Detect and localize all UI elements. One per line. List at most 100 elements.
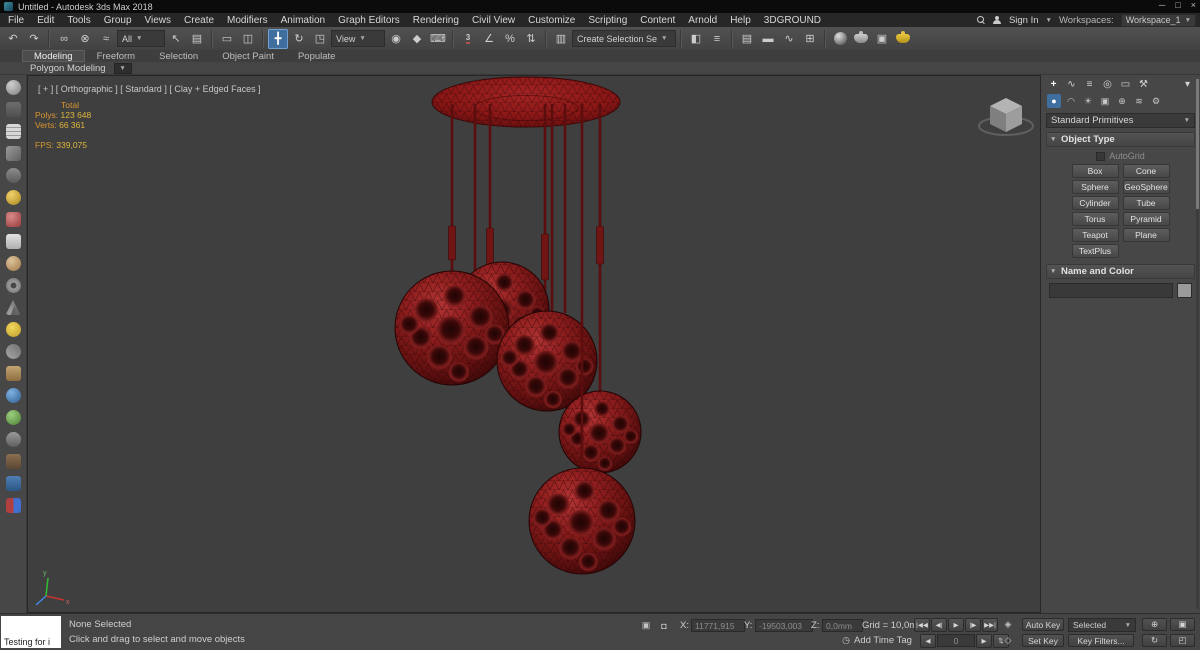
play-icon[interactable]: ▶ [948, 618, 964, 632]
go-to-end-icon[interactable]: ▶▶| [982, 618, 998, 632]
tab-modify-icon[interactable]: ∿ [1065, 78, 1078, 91]
workspace-dropdown[interactable]: Workspace_1 ▼ [1120, 13, 1196, 27]
pyramid-button[interactable]: Pyramid [1122, 212, 1170, 226]
reference-coordinate-dropdown[interactable]: View ▼ [331, 30, 385, 47]
menu-item-tools[interactable]: Tools [67, 15, 90, 26]
left-tool-icon-3[interactable] [5, 124, 21, 139]
viewport[interactable]: x y [ + ] [ Orthographic ] [ Standard ] … [27, 75, 1041, 613]
left-tool-icon-5[interactable] [5, 168, 21, 183]
window-crossing-icon[interactable]: ◫ [238, 29, 258, 49]
percent-snap-icon[interactable]: % [500, 29, 520, 49]
rendered-frame-window-icon[interactable]: ▣ [872, 29, 892, 49]
viewport-canvas[interactable]: x y [28, 76, 1040, 612]
left-tool-icon-16[interactable] [5, 410, 21, 425]
select-by-name-icon[interactable]: ▤ [187, 29, 207, 49]
edit-named-selections-icon[interactable]: ▥ [551, 29, 571, 49]
category-spacewarps-icon[interactable]: ≋ [1132, 94, 1146, 108]
mirror-icon[interactable]: ◧ [686, 29, 706, 49]
object-type-rollout[interactable]: ▼ Object Type [1046, 132, 1195, 147]
zoom-icon[interactable]: ⊕ [1142, 618, 1167, 631]
menu-item-graph-editors[interactable]: Graph Editors [338, 15, 400, 26]
left-tool-icon-18[interactable] [5, 454, 21, 469]
select-move-icon[interactable]: ╋ [268, 28, 288, 49]
category-shapes-icon[interactable]: ◠ [1064, 94, 1078, 108]
left-tool-icon-19[interactable] [5, 476, 21, 491]
left-tool-icon-10[interactable] [5, 278, 21, 293]
set-key-button[interactable]: Set Key [1022, 634, 1064, 647]
current-frame-field[interactable]: 0 [937, 634, 975, 647]
ribbon-toggle-icon[interactable]: ▬ [758, 29, 778, 49]
layer-manager-icon[interactable]: ▤ [737, 29, 757, 49]
tab-create-icon[interactable]: + [1047, 78, 1060, 91]
teapot-button[interactable]: Teapot [1071, 228, 1119, 242]
tube-button[interactable]: Tube [1122, 196, 1170, 210]
select-rotate-icon[interactable]: ↻ [289, 29, 309, 49]
selection-filter-dropdown[interactable]: All ▼ [117, 30, 165, 47]
menu-item-civil-view[interactable]: Civil View [472, 15, 515, 26]
curve-editor-icon[interactable]: ∿ [779, 29, 799, 49]
sign-in-button[interactable]: Sign In [1009, 15, 1039, 26]
use-pivot-center-icon[interactable]: ◉ [386, 29, 406, 49]
selection-lock-icon[interactable]: ◘ [656, 619, 672, 632]
isolate-selection-icon[interactable]: ▣ [638, 619, 654, 632]
object-color-swatch[interactable] [1177, 283, 1192, 298]
menu-item-customize[interactable]: Customize [528, 15, 575, 26]
menu-item-3dground[interactable]: 3DGROUND [764, 15, 821, 26]
select-scale-icon[interactable]: ◳ [310, 29, 330, 49]
close-icon[interactable]: × [1191, 0, 1196, 10]
tab-display-icon[interactable]: ▭ [1119, 78, 1132, 91]
category-lights-icon[interactable]: ☀ [1081, 94, 1095, 108]
left-tool-icon-7[interactable] [5, 212, 21, 227]
menu-item-group[interactable]: Group [104, 15, 132, 26]
auto-key-button[interactable]: Auto Key [1022, 618, 1064, 631]
select-link-icon[interactable]: ∞ [54, 29, 74, 49]
undo-icon[interactable]: ↶ [3, 29, 23, 49]
maxscript-mini-listener[interactable]: Testing for i [1, 616, 61, 648]
category-cameras-icon[interactable]: ▣ [1098, 94, 1112, 108]
left-tool-icon-8[interactable] [5, 234, 21, 249]
add-time-tag[interactable]: Add Time Tag [854, 635, 912, 646]
subtab-polygon-modeling[interactable]: Polygon Modeling [30, 63, 106, 74]
plane-button[interactable]: Plane [1122, 228, 1170, 242]
menu-item-help[interactable]: Help [730, 15, 751, 26]
left-tool-icon-11[interactable] [5, 300, 21, 315]
bind-spacewarp-icon[interactable]: ≈ [96, 29, 116, 49]
left-tool-icon-14[interactable] [5, 366, 21, 381]
select-object-icon[interactable]: ↖ [166, 29, 186, 49]
left-tool-icon-4[interactable] [5, 146, 21, 161]
left-tool-icon-13[interactable] [5, 344, 21, 359]
left-tool-icon-20[interactable] [5, 498, 21, 513]
left-tool-icon-6[interactable] [5, 190, 21, 205]
orbit-icon[interactable]: ↻ [1142, 634, 1167, 647]
menu-item-scripting[interactable]: Scripting [588, 15, 627, 26]
menu-item-views[interactable]: Views [145, 15, 172, 26]
menu-item-modifiers[interactable]: Modifiers [227, 15, 268, 26]
torus-button[interactable]: Torus [1071, 212, 1119, 226]
align-icon[interactable]: ≡ [707, 29, 727, 49]
name-color-rollout[interactable]: ▼ Name and Color [1046, 264, 1195, 279]
menu-item-file[interactable]: File [8, 15, 24, 26]
panel-options-icon[interactable]: ▾ [1181, 78, 1194, 91]
select-manipulate-icon[interactable]: ◆ [407, 29, 427, 49]
category-geometry-icon[interactable]: ● [1047, 94, 1061, 108]
menu-item-animation[interactable]: Animation [281, 15, 325, 26]
tab-object-paint[interactable]: Object Paint [210, 50, 286, 62]
box-button[interactable]: Box [1071, 164, 1119, 178]
left-tool-icon-17[interactable] [5, 432, 21, 447]
command-panel-scrollbar[interactable] [1196, 79, 1199, 609]
tab-motion-icon[interactable]: ◎ [1101, 78, 1114, 91]
angle-snap-icon[interactable]: ∠ [479, 29, 499, 49]
cone-button[interactable]: Cone [1122, 164, 1170, 178]
frame-forward-icon[interactable]: ▶ [976, 634, 992, 648]
tab-freeform[interactable]: Freeform [85, 50, 148, 62]
chevron-down-icon[interactable]: ▼ [1046, 17, 1052, 24]
tab-utilities-icon[interactable]: ⚒ [1137, 78, 1150, 91]
cylinder-button[interactable]: Cylinder [1071, 196, 1119, 210]
y-coordinate-field[interactable]: -19503,003 [755, 619, 813, 632]
left-tool-icon-1[interactable] [5, 80, 21, 95]
x-coordinate-field[interactable]: 11771,915 [691, 619, 745, 632]
tab-hierarchy-icon[interactable]: ≡ [1083, 78, 1096, 91]
render-production-icon[interactable] [893, 29, 913, 49]
left-tool-icon-12[interactable] [5, 322, 21, 337]
maximize-icon[interactable]: □ [1175, 0, 1180, 10]
